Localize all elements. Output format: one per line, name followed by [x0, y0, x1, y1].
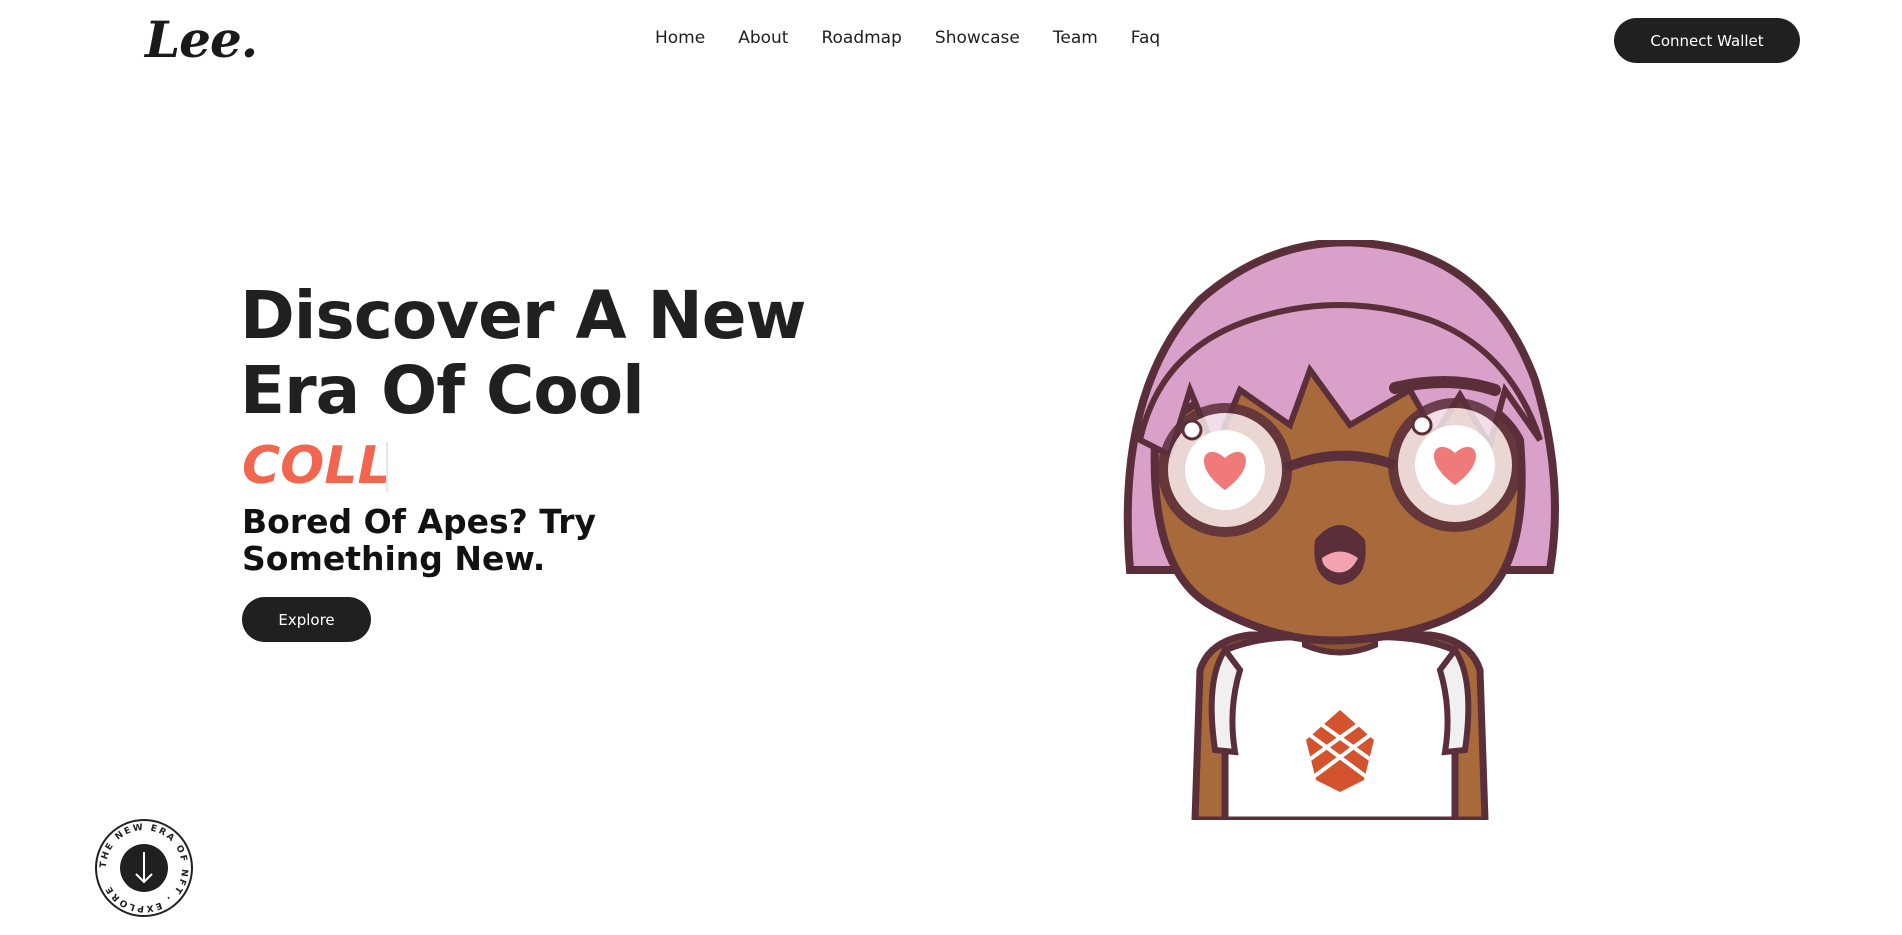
typing-cursor	[386, 442, 388, 492]
nav-showcase[interactable]: Showcase	[935, 28, 1020, 48]
nav-faq[interactable]: Faq	[1131, 28, 1160, 48]
hero-title: Discover A New Era Of Cool	[240, 278, 806, 428]
nav-home[interactable]: Home	[655, 28, 705, 48]
hero-title-line2: Era Of Cool	[240, 352, 645, 429]
nav-roadmap[interactable]: Roadmap	[821, 28, 901, 48]
rotating-text-badge-icon: THE NEW ERA OF NFT . EXPLORE	[95, 819, 193, 917]
typed-word: COLL	[242, 436, 391, 496]
hero-title-line1: Discover A New	[240, 277, 806, 354]
nav-about[interactable]: About	[738, 28, 788, 48]
connect-wallet-button[interactable]: Connect Wallet	[1614, 18, 1800, 63]
brand-logo[interactable]: Lee.	[145, 10, 258, 69]
scroll-badge[interactable]: THE NEW ERA OF NFT . EXPLORE	[94, 818, 194, 918]
explore-button[interactable]: Explore	[242, 597, 371, 642]
nav-team[interactable]: Team	[1053, 28, 1098, 48]
site-header: Lee. Home About Roadmap Showcase Team Fa…	[0, 0, 1902, 80]
nft-character-illustration	[1123, 240, 1559, 820]
main-nav: Home About Roadmap Showcase Team Faq	[655, 28, 1193, 48]
hero-subtitle: Bored Of Apes? Try Something New.	[242, 502, 596, 578]
